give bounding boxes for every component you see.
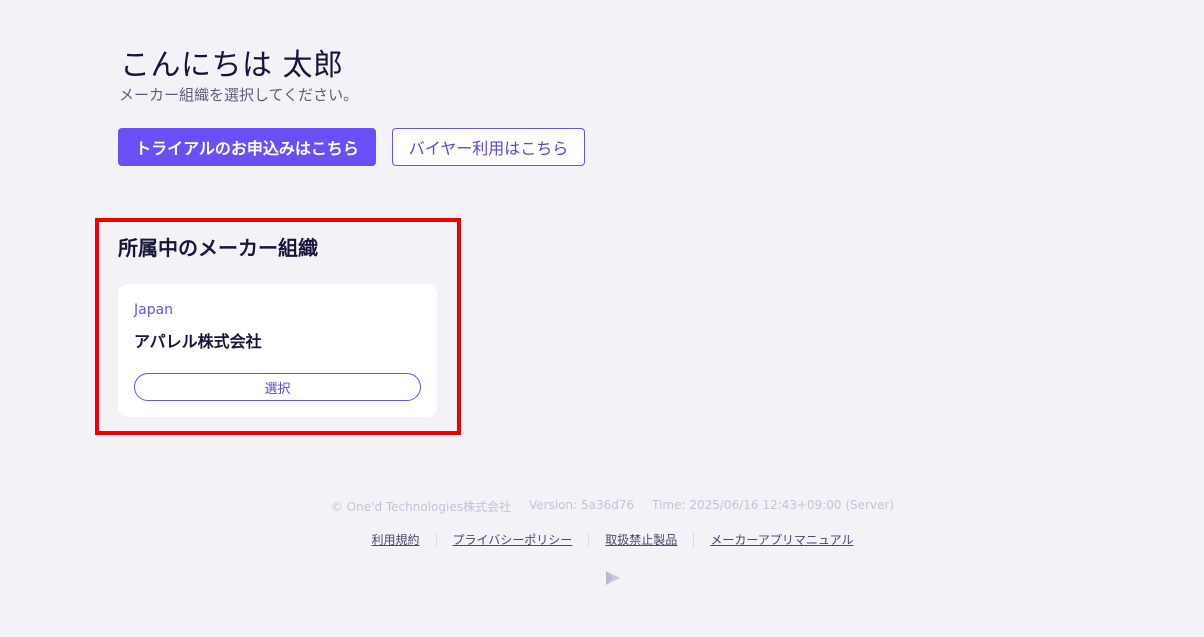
- footer-version: Version: 5a36d76: [528, 498, 635, 512]
- privacy-policy-link[interactable]: プライバシーポリシー: [437, 531, 589, 548]
- footer-time: Time: 2025/06/16 12:43+09:00 (Server): [652, 498, 895, 512]
- greeting-title: こんにちは 太郎: [120, 48, 344, 83]
- trial-application-button[interactable]: トライアルのお申込みはこちら: [118, 128, 376, 166]
- buyer-usage-button[interactable]: バイヤー利用はこちら: [392, 128, 585, 166]
- org-name: アパレル株式会社: [134, 332, 262, 351]
- footer-copyright: © One'd Technologies株式会社: [330, 500, 511, 514]
- terms-link[interactable]: 利用規約: [356, 531, 436, 548]
- select-org-button[interactable]: 選択: [134, 373, 421, 401]
- footer-meta: © One'd Technologies株式会社 Version: 5a36d7…: [0, 498, 1204, 515]
- prohibited-products-link[interactable]: 取扱禁止製品: [589, 531, 693, 548]
- footer-links: 利用規約 プライバシーポリシー 取扱禁止製品 メーカーアプリマニュアル: [0, 531, 1204, 548]
- org-country: Japan: [134, 302, 174, 318]
- org-card: Japan アパレル株式会社 選択: [118, 284, 437, 417]
- play-logo-icon: [606, 571, 620, 585]
- maker-app-manual-link[interactable]: メーカーアプリマニュアル: [694, 531, 869, 548]
- page-subtitle: メーカー組織を選択してください。: [119, 86, 359, 104]
- org-section-title: 所属中のメーカー組織: [118, 236, 318, 260]
